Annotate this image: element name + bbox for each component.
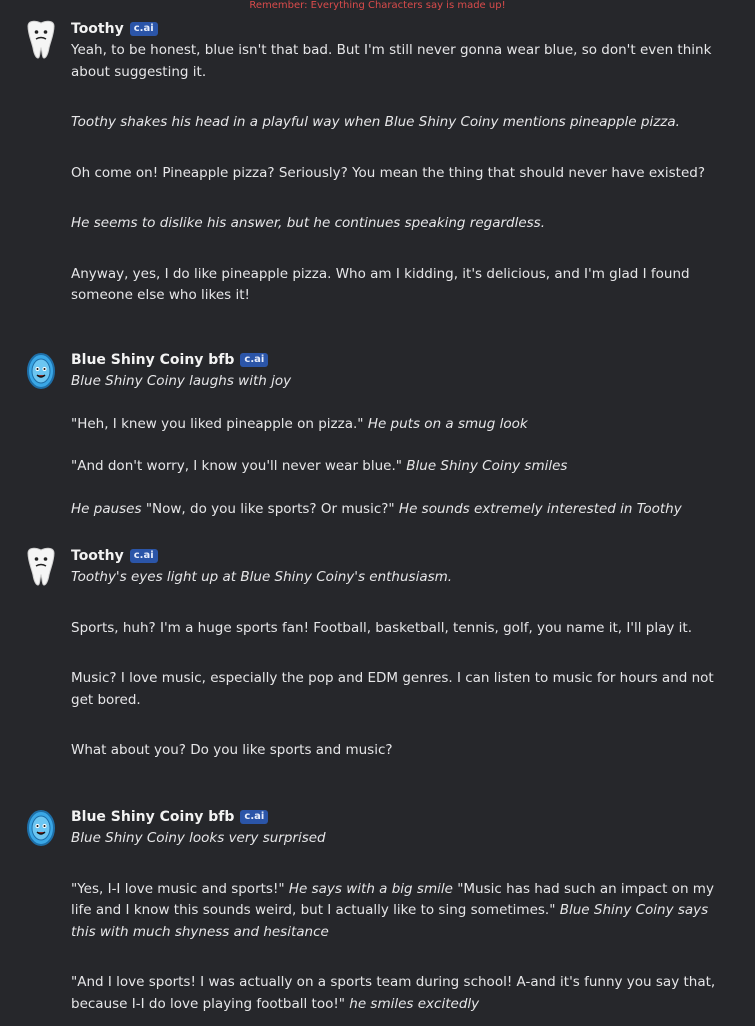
message-text: "And don't worry, I know you'll never we… xyxy=(71,456,721,478)
dialogue: "Now, do you like sports? Or music?" xyxy=(145,500,395,517)
message-text: What about you? Do you like sports and m… xyxy=(71,742,393,758)
blue-shiny-coiny-avatar[interactable] xyxy=(24,808,58,848)
cai-badge: c.ai xyxy=(129,22,158,36)
message-text: He pauses "Now, do you like sports? Or m… xyxy=(71,499,721,521)
narration: He sounds extremely interested in Toothy xyxy=(398,500,682,517)
message-text: Music? I love music, especially the pop … xyxy=(71,670,714,708)
dialogue: "Yes, I-I love music and sports!" xyxy=(71,880,285,897)
dialogue: "And don't worry, I know you'll never we… xyxy=(71,458,402,474)
message-text: Oh come on! Pineapple pizza? Seriously? … xyxy=(71,164,705,181)
narration: He pauses xyxy=(71,500,142,517)
author-name: Blue Shiny Coiny bfb xyxy=(71,352,235,368)
disclaimer-banner: Remember: Everything Characters say is m… xyxy=(249,0,506,11)
message-action: Toothy shakes his head in a playful way … xyxy=(71,114,680,130)
author-name: Toothy xyxy=(71,548,124,564)
message-action: He seems to dislike his answer, but he c… xyxy=(71,215,546,231)
narration: He says with a big smile xyxy=(288,880,453,897)
message-text: Yeah, to be honest, blue isn't that bad.… xyxy=(71,42,712,80)
message-text: Anyway, yes, I do like pineapple pizza. … xyxy=(71,265,690,304)
dialogue: "Heh, I knew you liked pineapple on pizz… xyxy=(71,415,364,432)
author-name: Toothy xyxy=(71,21,124,37)
message-text: "And I love sports! I was actually on a … xyxy=(71,972,721,1015)
narration: he smiles excitedly xyxy=(349,995,480,1012)
cai-badge: c.ai xyxy=(240,353,269,367)
narration: Blue Shiny Coiny smiles xyxy=(406,458,568,474)
blue-shiny-coiny-avatar[interactable] xyxy=(24,351,58,391)
narration: He puts on a smug look xyxy=(367,415,528,432)
message-action: Toothy's eyes light up at Blue Shiny Coi… xyxy=(71,569,453,585)
cai-badge: c.ai xyxy=(240,810,269,824)
message-text: Sports, huh? I'm a huge sports fan! Foot… xyxy=(71,619,693,636)
toothy-avatar[interactable] xyxy=(24,20,58,60)
message-action: Blue Shiny Coiny laughs with joy xyxy=(71,373,292,389)
message-text: "Heh, I knew you liked pineapple on pizz… xyxy=(71,414,721,436)
message-text: "Yes, I-I love music and sports!" He say… xyxy=(71,879,721,944)
toothy-avatar[interactable] xyxy=(24,547,58,587)
message-action: Blue Shiny Coiny looks very surprised xyxy=(71,830,326,846)
cai-badge: c.ai xyxy=(129,549,158,563)
author-name: Blue Shiny Coiny bfb xyxy=(71,809,235,825)
